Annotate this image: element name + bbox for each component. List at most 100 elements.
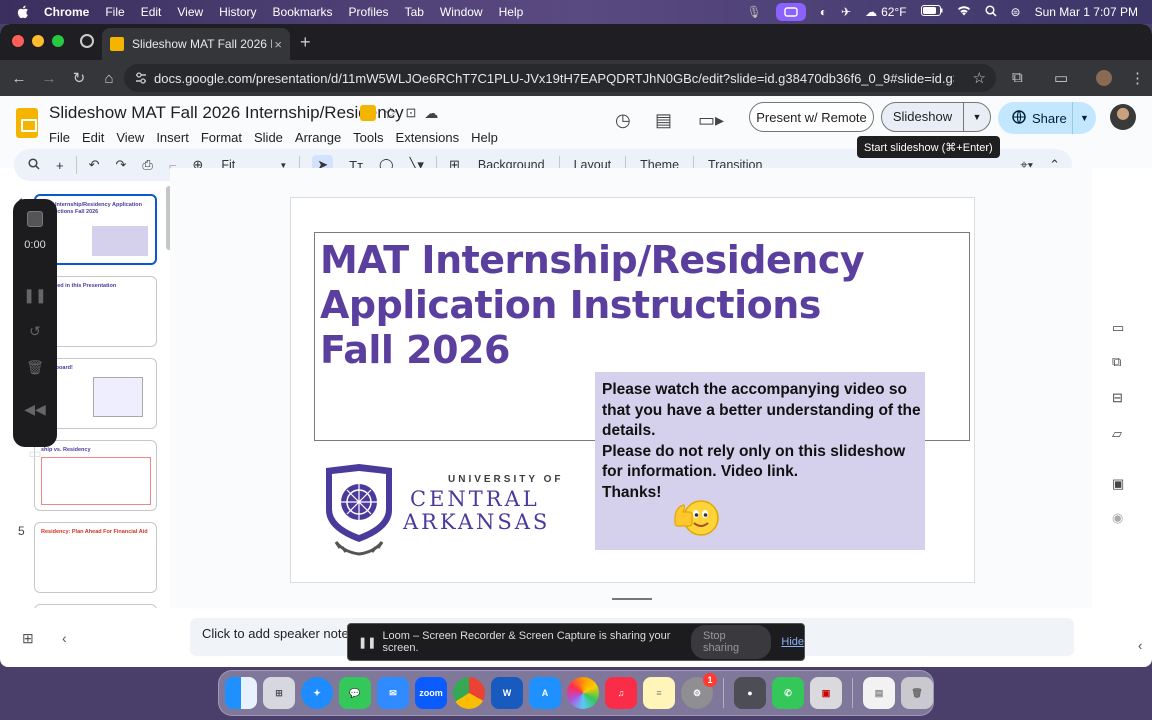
slideshow-badge-icon[interactable] — [360, 105, 376, 121]
finder-icon[interactable] — [225, 677, 257, 709]
menu-slide[interactable]: Slide — [254, 130, 283, 145]
menu-insert[interactable]: Insert — [156, 130, 189, 145]
extensions-icon[interactable]: ⧉ — [1012, 69, 1023, 86]
menubar-view[interactable]: View — [177, 5, 203, 19]
current-slide[interactable]: MAT Internship/Residency Application Ins… — [290, 197, 975, 583]
close-tab-icon[interactable]: × — [274, 37, 282, 52]
spotlight-search-icon[interactable] — [984, 4, 997, 20]
restart-icon[interactable]: ↺ — [13, 323, 57, 340]
safari-icon[interactable]: ✦ — [301, 677, 333, 709]
cloud-saved-icon[interactable]: ☁ — [424, 105, 438, 122]
pause-icon[interactable]: ❚❚ — [13, 287, 57, 304]
maximize-window-button[interactable] — [52, 35, 64, 47]
notes-icon[interactable]: ≡ — [643, 677, 675, 709]
menubar-edit[interactable]: Edit — [141, 5, 162, 19]
trash-icon[interactable]: 🗑 — [901, 677, 933, 709]
home-icon[interactable]: ⌂ — [94, 70, 124, 87]
slideshow-dropdown-icon[interactable]: ▼ — [964, 112, 990, 122]
expand-side-panel-icon[interactable]: ‹ — [1138, 638, 1142, 653]
meet-video-icon[interactable]: ▭▸ — [698, 110, 724, 131]
slide-thumbnail-5[interactable]: Residency: Plan Ahead For Financial Aid — [34, 522, 157, 593]
airplane-icon[interactable]: ✈ — [841, 5, 851, 19]
delete-icon[interactable]: 🗑 — [13, 359, 57, 376]
menubar-datetime[interactable]: Sun Mar 1 7:07 PM — [1035, 5, 1138, 19]
site-info-icon[interactable] — [134, 71, 148, 88]
collapse-filmstrip-icon[interactable]: ‹ — [62, 630, 67, 646]
menu-format[interactable]: Format — [201, 130, 242, 145]
word-icon[interactable]: W — [491, 677, 523, 709]
menubar-file[interactable]: File — [105, 5, 124, 19]
stop-recording-icon[interactable] — [27, 211, 43, 227]
document-title[interactable]: Slideshow MAT Fall 2026 Internship/Resid… — [49, 103, 404, 123]
system-settings-icon[interactable]: ⚙ 1 — [681, 673, 717, 709]
browser-menu-icon[interactable]: ⋮ — [1130, 69, 1145, 87]
menubar-tab[interactable]: Tab — [405, 5, 424, 19]
weather-temp[interactable]: 62°F — [881, 5, 906, 19]
share-dropdown-icon[interactable]: ▼ — [1072, 102, 1096, 134]
music-icon[interactable]: ♫ — [605, 677, 637, 709]
close-window-button[interactable] — [12, 35, 24, 47]
cast-icon[interactable]: ▭ — [1054, 69, 1068, 87]
browser-tab-slideshow[interactable]: Slideshow MAT Fall 2026 Inte × — [102, 28, 290, 60]
menubar-app-name[interactable]: Chrome — [44, 5, 89, 19]
mail-icon[interactable]: ✉ — [377, 677, 409, 709]
launchpad-icon[interactable]: ⊞ — [263, 677, 295, 709]
contacts-icon[interactable]: ⊟ — [1112, 390, 1123, 406]
profile-avatar-icon[interactable] — [1096, 70, 1112, 86]
back-arrow-icon[interactable]: ← — [4, 70, 34, 87]
app-store-icon[interactable]: A — [529, 677, 561, 709]
wifi-icon[interactable] — [957, 5, 971, 19]
vpn-icon[interactable]: ◐ — [820, 5, 827, 19]
downloads-stack-icon[interactable]: ▤ — [863, 677, 895, 709]
menu-arrange[interactable]: Arrange — [295, 130, 341, 145]
stop-sharing-button[interactable]: Stop sharing — [691, 625, 772, 659]
drive-folder-icon[interactable]: ▱ — [1112, 426, 1122, 442]
tasks-icon[interactable]: ⧉ — [1112, 354, 1121, 370]
messages-icon[interactable]: 💬 — [339, 677, 371, 709]
share-label-wrap[interactable]: Share — [998, 109, 1072, 127]
slides-panel-icon[interactable]: ▣ — [1112, 476, 1124, 492]
forward-arrow-icon[interactable]: → — [34, 70, 64, 87]
present-with-remote-button[interactable]: Present w/ Remote — [749, 102, 874, 132]
keep-icon[interactable]: ▭ — [1112, 320, 1124, 336]
star-icon[interactable]: ☆ — [384, 104, 397, 122]
slide-title[interactable]: MAT Internship/Residency Application Ins… — [320, 238, 940, 373]
menubar-bookmarks[interactable]: Bookmarks — [273, 5, 333, 19]
comments-icon[interactable]: ▤ — [655, 110, 672, 131]
menubar-help[interactable]: Help — [499, 5, 524, 19]
notice-text-box[interactable]: Please watch the accompanying video so t… — [595, 372, 925, 550]
control-center-icon[interactable]: ⊜ — [1011, 5, 1021, 19]
menu-file[interactable]: File — [49, 130, 70, 145]
menu-extensions[interactable]: Extensions — [396, 130, 460, 145]
new-tab-button[interactable]: + — [300, 32, 311, 53]
minimize-window-button[interactable] — [32, 35, 44, 47]
chrome-icon[interactable] — [453, 677, 485, 709]
battery-icon[interactable] — [920, 5, 943, 19]
notes-resize-handle[interactable] — [612, 598, 652, 600]
grid-view-icon[interactable]: ⊞ — [22, 630, 34, 647]
google-slides-logo-icon[interactable] — [16, 108, 38, 138]
record-icon[interactable]: ◉ — [1112, 510, 1123, 526]
address-bar[interactable]: docs.google.com/presentation/d/11mW5WLJO… — [124, 64, 996, 92]
loom-icon[interactable] — [775, 3, 806, 21]
version-history-icon[interactable]: ◷ — [615, 110, 631, 131]
slideshow-label[interactable]: Slideshow — [882, 103, 964, 131]
slide-thumbnail-6[interactable] — [34, 604, 157, 608]
phone-icon[interactable]: ✆ — [772, 677, 804, 709]
photo-booth-icon[interactable]: ▣ — [810, 677, 842, 709]
reload-icon[interactable]: ↻ — [64, 69, 94, 87]
menu-view[interactable]: View — [116, 130, 144, 145]
apple-icon[interactable] — [16, 5, 30, 19]
menu-help[interactable]: Help — [471, 130, 498, 145]
menu-edit[interactable]: Edit — [82, 130, 104, 145]
rewind-icon[interactable]: ◀◀ — [13, 401, 57, 418]
menu-tools[interactable]: Tools — [353, 130, 383, 145]
microphone-icon[interactable]: 🎙 — [747, 5, 762, 19]
menubar-window[interactable]: Window — [440, 5, 483, 19]
camera-icon[interactable]: ▭ — [13, 445, 57, 462]
zoom-icon[interactable]: zoom — [415, 677, 447, 709]
screen-recorder-icon[interactable]: ● — [734, 677, 766, 709]
hide-banner-link[interactable]: Hide — [781, 636, 804, 648]
move-folder-icon[interactable]: ⊡ — [405, 105, 416, 121]
slideshow-button[interactable]: Slideshow ▼ — [881, 102, 991, 132]
